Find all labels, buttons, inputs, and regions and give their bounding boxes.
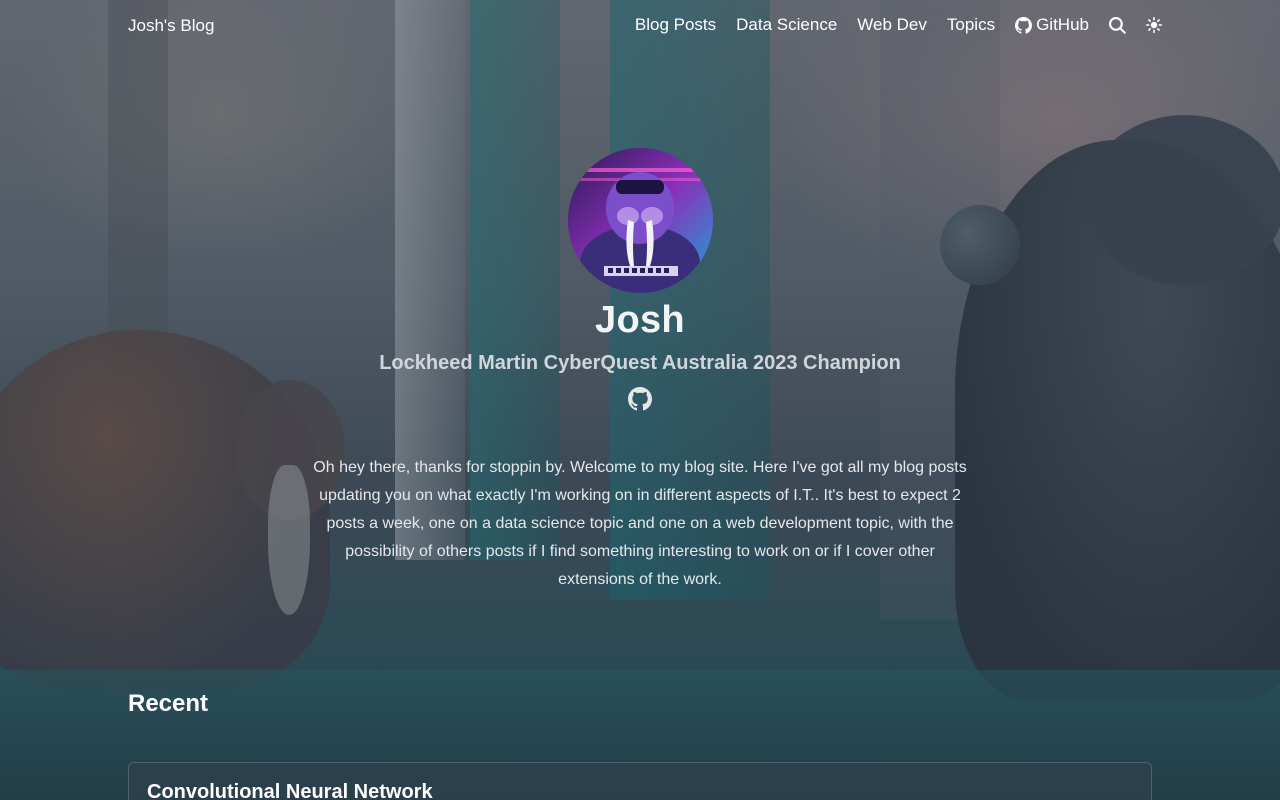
profile-section: Josh Lockheed Martin CyberQuest Australi… — [0, 148, 1280, 416]
site-brand-link[interactable]: Josh's Blog — [128, 16, 214, 36]
theme-toggle-icon[interactable] — [1146, 17, 1162, 33]
recent-heading: Recent — [128, 690, 209, 717]
profile-subtitle: Lockheed Martin CyberQuest Australia 202… — [379, 352, 901, 374]
nav-data-science[interactable]: Data Science — [736, 15, 837, 35]
nav-topics[interactable]: Topics — [947, 15, 995, 35]
avatar — [567, 148, 713, 293]
nav-blog-posts[interactable]: Blog Posts — [635, 15, 716, 35]
main-nav: Blog Posts Data Science Web Dev Topics G… — [635, 15, 1162, 35]
post-card[interactable]: Convolutional Neural Network — [128, 762, 1152, 800]
nav-github-label: GitHub — [1036, 15, 1089, 34]
intro-paragraph: Oh hey there, thanks for stoppin by. Wel… — [313, 459, 967, 588]
profile-social-links — [0, 387, 1280, 416]
nav-github[interactable]: GitHub — [1015, 15, 1089, 35]
site-header: Josh's Blog Blog Posts Data Science Web … — [0, 0, 1280, 52]
post-title: Convolutional Neural Network — [147, 781, 433, 800]
profile-name: Josh — [595, 299, 685, 341]
github-icon — [628, 387, 652, 416]
github-icon — [1015, 16, 1033, 34]
profile-github-link[interactable] — [628, 387, 652, 416]
search-icon[interactable] — [1109, 16, 1126, 34]
nav-web-dev[interactable]: Web Dev — [857, 15, 927, 35]
